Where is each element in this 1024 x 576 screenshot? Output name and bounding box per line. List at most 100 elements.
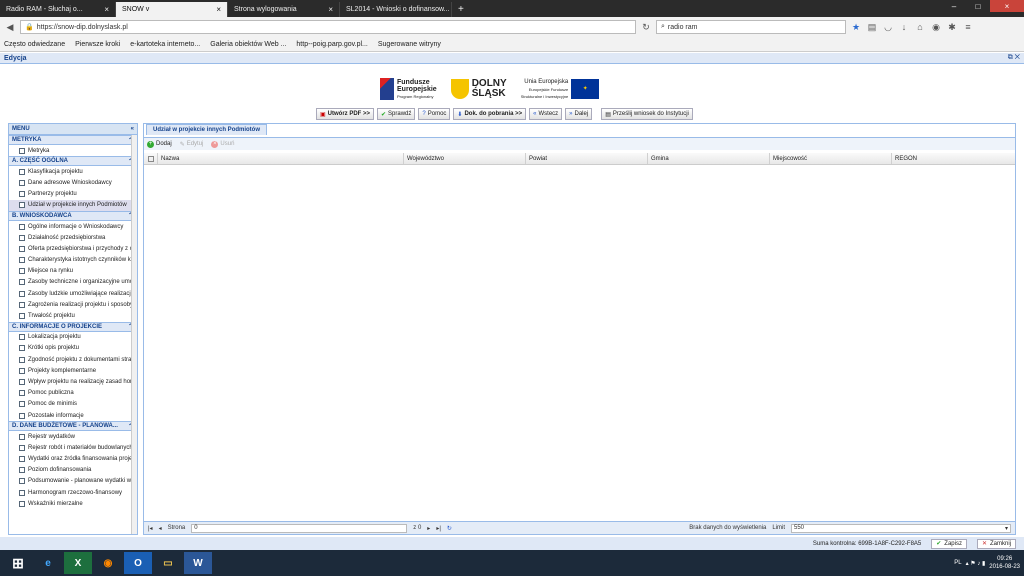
page-input[interactable]: 0 [191, 523, 408, 533]
sidebar-item[interactable]: Zagrożenia realizacji projektu i sposoby [9, 299, 137, 310]
home-icon[interactable]: ⌂ [914, 21, 926, 33]
bookmark-item[interactable]: http--poig.parp.gov.pl... [296, 41, 367, 48]
sidebar-item[interactable]: Wskaźniki mierzalne [9, 498, 137, 509]
download-arrow-icon[interactable]: ↓ [898, 21, 910, 33]
sidebar-item[interactable]: Krótki opis projektu [9, 343, 137, 354]
back-icon[interactable]: ◀ [4, 21, 16, 33]
tray-icons[interactable]: ▴ ⚑ ♪ ▮ [966, 560, 986, 567]
bookmark-item[interactable]: Często odwiedzane [4, 41, 65, 48]
column-header-wojewodztwo[interactable]: Województwo [404, 153, 526, 164]
next-page-icon[interactable]: ▸ [427, 525, 430, 532]
browser-tab-sl2014[interactable]: SL2014 - Wnioski o dofinansow... × [340, 2, 452, 17]
collapse-icon[interactable]: « [131, 126, 134, 132]
sidebar-item[interactable]: Zasoby ludzkie umożliwiające realizację [9, 288, 137, 299]
start-icon[interactable]: ⊞ [4, 552, 32, 574]
menu-icon[interactable]: ≡ [962, 21, 974, 33]
sidebar-item[interactable]: Wydatki oraz źródła finansowania proje [9, 454, 137, 465]
sidebar-section-header[interactable]: C. INFORMACJE O PROJEKCIE⌃ [9, 321, 137, 332]
tab-udzial-w-projekcie[interactable]: Udział w projekcie innych Podmiotów [146, 124, 268, 135]
browser-tab-logout[interactable]: Strona wylogowania × [228, 2, 340, 17]
sidebar-section-header[interactable]: METRYKA⌃ [9, 135, 137, 145]
bookmark-item[interactable]: Sugerowane witryny [378, 41, 441, 48]
ie-icon[interactable]: e [34, 552, 62, 574]
add-button[interactable]: + Dodaj [147, 140, 172, 148]
bookmark-item[interactable]: e-kartoteka internetо... [130, 41, 200, 48]
clock[interactable]: 09:26 2016-08-23 [989, 555, 1020, 571]
refresh-icon[interactable]: ↻ [447, 525, 452, 532]
next-button[interactable]: » Dalej [565, 108, 593, 120]
sidebar-item[interactable]: Dane adresowe Wnioskodawcy [9, 177, 137, 188]
help-button[interactable]: ? Pomoc [418, 108, 451, 120]
maximize-icon[interactable]: □ [966, 0, 990, 12]
check-button[interactable]: ✔ Sprawdź [377, 108, 416, 120]
pocket-icon[interactable]: ◡ [882, 21, 894, 33]
sidebar-scrollbar[interactable] [131, 135, 137, 534]
outlook-icon[interactable]: O [124, 552, 152, 574]
bookmark-item[interactable]: Pierwsze kroki [75, 41, 120, 48]
first-page-icon[interactable]: |◂ [148, 525, 153, 532]
sidebar-item[interactable]: Partnerzy projektu [9, 189, 137, 200]
sidebar-item[interactable]: Harmonogram rzeczowo-finansowy [9, 487, 137, 498]
word-icon[interactable]: W [184, 552, 212, 574]
sidebar-item[interactable]: Zasoby techniczne i organizacyjne umo [9, 277, 137, 288]
new-tab-icon[interactable]: + [452, 2, 470, 17]
search-input[interactable]: ⌕ radio ram [656, 20, 846, 34]
delete-button[interactable]: × Usuń [211, 140, 234, 148]
tab-close-icon[interactable]: × [104, 5, 109, 14]
url-bar[interactable]: 🔒 https://snow-dip.dolnyslask.pl [20, 20, 636, 34]
library-icon[interactable]: ▤ [866, 21, 878, 33]
sidebar-item[interactable]: Lokalizacja projektu [9, 332, 137, 343]
sidebar-item[interactable]: Oferta przedsiębiorstwa i przychody z o [9, 243, 137, 254]
sidebar-section-header[interactable]: B. WNIOSKODAWCA⌃ [9, 210, 137, 221]
sidebar-item[interactable]: Zgodność projektu z dokumentami stra [9, 354, 137, 365]
tab-close-icon[interactable]: × [216, 5, 221, 14]
language-indicator[interactable]: PL [954, 560, 961, 566]
sidebar-item[interactable]: Udział w projekcie innych Podmiotów [9, 199, 137, 211]
back-button[interactable]: «Wstecz [529, 108, 563, 120]
create-pdf-button[interactable]: ▣ Utwórz PDF >> [316, 108, 375, 120]
send-application-button[interactable]: ▤ Prześlij wniosek do Instytucji [601, 108, 693, 120]
sidebar-item[interactable]: Metryka [9, 145, 137, 156]
sidebar-item[interactable]: Działalność przedsiębiorstwa [9, 232, 137, 243]
prev-page-icon[interactable]: ◂ [159, 525, 162, 532]
sidebar-item[interactable]: Pomoc de minimis [9, 399, 137, 410]
close-button[interactable]: ✕ Zamknij [976, 538, 1016, 549]
sidebar-item[interactable]: Wpływ projektu na realizację zasad hor [9, 376, 137, 387]
chat-icon[interactable]: ◉ [930, 21, 942, 33]
browser-tab-radio-ram[interactable]: Radio RAM - Słuchaj o... × [0, 2, 116, 17]
sidebar-item[interactable]: Podsumowanie - planowane wydatki w [9, 476, 137, 487]
firefox-icon[interactable]: ◉ [94, 552, 122, 574]
edit-button[interactable]: ✎ Edytuj [180, 141, 204, 148]
sidebar-item[interactable]: Charakterystyka istotnych czynników k [9, 255, 137, 266]
tab-close-icon[interactable]: × [328, 5, 333, 14]
sidebar-item[interactable]: Projekty komplementarne [9, 365, 137, 376]
column-header-nazwa[interactable]: Nazwa [158, 153, 404, 164]
sidebar-item[interactable]: Poziom dofinansowania [9, 465, 137, 476]
column-header-powiat[interactable]: Powiat [526, 153, 648, 164]
limit-select[interactable]: 550 ▾ [791, 523, 1011, 533]
excel-icon[interactable]: X [64, 552, 92, 574]
bookmark-star-icon[interactable]: ★ [850, 21, 862, 33]
sidebar-section-header[interactable]: A. CZĘŚĆ OGÓLNA⌃ [9, 156, 137, 167]
window-controls-icon[interactable]: ⧉ ✕ [1008, 54, 1020, 62]
sidebar-item[interactable]: Trwałość projektu [9, 310, 137, 321]
sidebar-item[interactable]: Ogólne informacje o Wnioskodawcy [9, 221, 137, 232]
sidebar-item[interactable]: Rejestr wydatków [9, 431, 137, 442]
sidebar-item[interactable]: Pozostałe informacje [9, 410, 137, 421]
sidebar-section-header[interactable]: D. DANE BUDŻETOWE - PLANOWA...⌃ [9, 421, 137, 432]
last-page-icon[interactable]: ▸| [436, 525, 441, 532]
addon-icon[interactable]: ✱ [946, 21, 958, 33]
bookmark-item[interactable]: Galeria obiektów Web ... [210, 41, 286, 48]
sidebar-item[interactable]: Miejsce na rynku [9, 266, 137, 277]
minimize-icon[interactable]: – [942, 0, 966, 12]
save-button[interactable]: ✔ Zapisz [931, 538, 967, 549]
window-close-icon[interactable]: × [990, 0, 1024, 12]
browser-tab-snow[interactable]: SNOW v × [116, 2, 228, 17]
select-all-checkbox[interactable] [144, 153, 158, 164]
column-header-gmina[interactable]: Gmina [648, 153, 770, 164]
column-header-miejscowosc[interactable]: Miejscowość [770, 153, 892, 164]
folder-icon[interactable]: ▭ [154, 552, 182, 574]
reload-icon[interactable]: ↻ [640, 21, 652, 33]
sidebar-item[interactable]: Rejestr robót i materiałów budowlanych [9, 442, 137, 453]
column-header-regon[interactable]: REGON [892, 153, 1015, 164]
